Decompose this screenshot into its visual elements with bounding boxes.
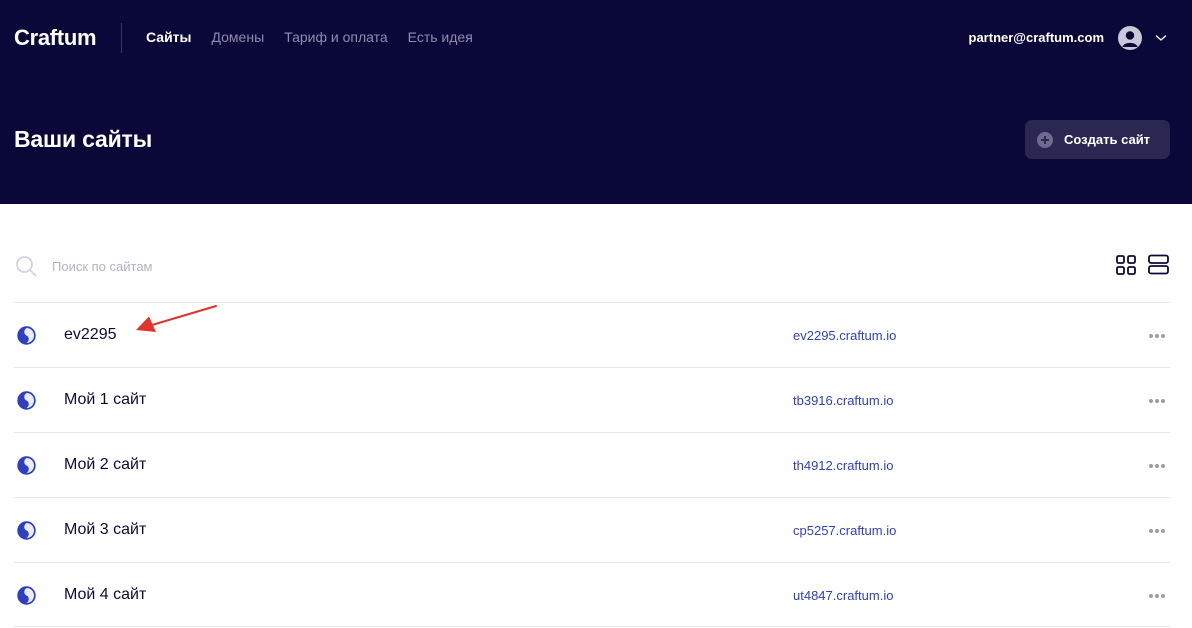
user-avatar-icon[interactable] <box>1118 26 1142 50</box>
site-name[interactable]: Мой 3 сайт <box>64 521 146 539</box>
create-site-label: Создать сайт <box>1064 132 1151 147</box>
globe-icon <box>17 586 36 605</box>
globe-icon <box>17 326 36 345</box>
list-view-icon[interactable] <box>1148 254 1169 275</box>
globe-icon <box>17 521 36 540</box>
site-domain-link[interactable]: th4912.craftum.io <box>793 458 893 473</box>
craftum-logo[interactable]: Craftum <box>14 25 97 51</box>
nav-item-sites[interactable]: Сайты <box>146 29 192 45</box>
top-navigation-bar: Craftum Сайты Домены Тариф и оплата Есть… <box>0 0 1192 76</box>
site-row[interactable]: ev2295 ev2295.craftum.io <box>14 302 1170 367</box>
site-domain-link[interactable]: ut4847.craftum.io <box>793 588 893 603</box>
more-dots-icon[interactable] <box>1148 593 1166 599</box>
site-list: ev2295 ev2295.craftum.io Мой 1 сайт tb39… <box>14 302 1170 627</box>
plus-circle-icon <box>1037 131 1053 148</box>
chevron-down-icon[interactable] <box>1154 31 1168 45</box>
main-nav: Сайты Домены Тариф и оплата Есть идея <box>146 29 473 45</box>
site-row[interactable]: Мой 2 сайт th4912.craftum.io <box>14 432 1170 497</box>
nav-item-billing[interactable]: Тариф и оплата <box>284 29 388 45</box>
globe-icon <box>17 456 36 475</box>
site-row[interactable]: Мой 3 сайт cp5257.craftum.io <box>14 497 1170 562</box>
site-row[interactable]: Мой 4 сайт ut4847.craftum.io <box>14 562 1170 627</box>
site-domain-link[interactable]: cp5257.craftum.io <box>793 523 896 538</box>
user-email[interactable]: partner@craftum.com <box>969 30 1104 45</box>
search-input[interactable] <box>52 256 552 276</box>
header: Craftum Сайты Домены Тариф и оплата Есть… <box>0 0 1192 204</box>
search-icon <box>16 256 37 277</box>
more-dots-icon[interactable] <box>1148 398 1166 404</box>
page-title: Ваши сайты <box>14 126 153 152</box>
more-dots-icon[interactable] <box>1148 528 1166 534</box>
site-name[interactable]: ev2295 <box>64 326 117 344</box>
site-domain-link[interactable]: tb3916.craftum.io <box>793 393 893 408</box>
nav-item-ideas[interactable]: Есть идея <box>408 29 473 45</box>
site-row[interactable]: Мой 1 сайт tb3916.craftum.io <box>14 367 1170 432</box>
nav-divider <box>121 23 122 53</box>
grid-view-icon[interactable] <box>1116 255 1136 275</box>
more-dots-icon[interactable] <box>1148 333 1166 339</box>
more-dots-icon[interactable] <box>1148 463 1166 469</box>
site-name[interactable]: Мой 4 сайт <box>64 586 146 604</box>
site-name[interactable]: Мой 2 сайт <box>64 456 146 474</box>
site-domain-link[interactable]: ev2295.craftum.io <box>793 328 896 343</box>
site-name[interactable]: Мой 1 сайт <box>64 391 146 409</box>
globe-icon <box>17 391 36 410</box>
nav-item-domains[interactable]: Домены <box>212 29 265 45</box>
create-site-button[interactable]: Создать сайт <box>1025 120 1170 159</box>
